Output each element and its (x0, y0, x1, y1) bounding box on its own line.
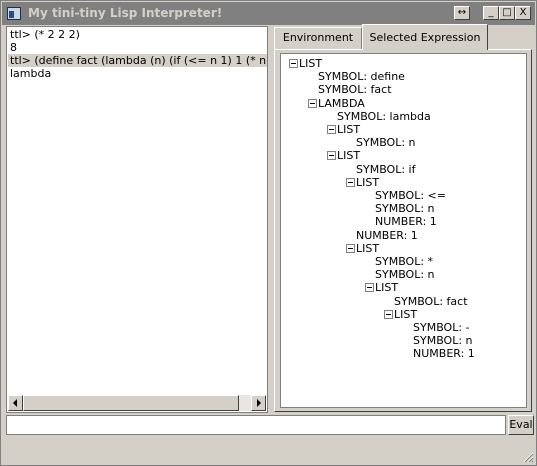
tree-node[interactable]: SYMBOL: fact (394, 295, 468, 308)
collapse-toggle-icon[interactable] (384, 309, 393, 319)
tab-panel: LIST SYMBOL: define SYMBOL: fact LAMBDA SYMB… (274, 49, 532, 412)
console-line: ttl> (* 2 2 2) (10, 28, 80, 41)
app-icon (7, 7, 21, 20)
expression-tree[interactable]: LIST SYMBOL: define SYMBOL: fact LAMBDA SYMB… (280, 53, 527, 408)
resize-grip-icon[interactable] (522, 451, 534, 463)
main-window: My tini-tiny Lisp Interpreter! ↔ _ □ X t… (0, 0, 537, 466)
window-title: My tini-tiny Lisp Interpreter! (28, 6, 223, 20)
tree-node[interactable]: SYMBOL: lambda (337, 110, 431, 123)
expression-input[interactable] (6, 415, 506, 435)
tree-node[interactable]: LIST (299, 57, 322, 70)
maximize-button[interactable]: □ (499, 6, 515, 20)
tree-node[interactable]: SYMBOL: fact (318, 83, 392, 96)
tree-node[interactable]: SYMBOL: n (356, 136, 416, 149)
collapse-toggle-icon[interactable] (346, 243, 355, 253)
tree-node[interactable]: NUMBER: 1 (356, 229, 418, 242)
tree-node[interactable]: LIST (356, 176, 379, 189)
collapse-toggle-icon[interactable] (308, 98, 317, 108)
tree-node[interactable]: SYMBOL: if (356, 163, 415, 176)
tree-node[interactable]: SYMBOL: n (375, 268, 435, 281)
console-line: 8 (10, 41, 17, 54)
close-button[interactable]: X (515, 6, 531, 20)
right-arrow-icon (257, 399, 261, 407)
title-bar[interactable]: My tini-tiny Lisp Interpreter! ↔ _ □ X (2, 2, 535, 25)
tab-environment[interactable]: Environment (274, 27, 362, 49)
console-line: lambda (10, 67, 52, 80)
console-line-selected[interactable]: ttl> (define fact (lambda (n) (if (<= n … (8, 54, 267, 67)
collapse-toggle-icon[interactable] (365, 283, 374, 293)
collapse-toggle-icon[interactable] (289, 59, 298, 68)
tree-node[interactable]: SYMBOL: n (413, 334, 473, 347)
scroll-thumb[interactable] (23, 395, 239, 411)
horizontal-scrollbar[interactable] (8, 395, 266, 411)
tree-node[interactable]: SYMBOL: - (413, 321, 470, 334)
tab-selected-expression[interactable]: Selected Expression (362, 24, 488, 50)
eval-button[interactable]: Eval (508, 415, 534, 435)
tree-node[interactable]: LIST (337, 123, 360, 136)
tree-node[interactable]: NUMBER: 1 (413, 347, 475, 360)
scroll-left-button[interactable] (8, 395, 23, 411)
resize-button[interactable]: ↔ (454, 6, 470, 20)
left-arrow-icon (13, 399, 17, 407)
tree-node[interactable]: SYMBOL: n (375, 202, 435, 215)
tree-node[interactable]: LAMBDA (318, 97, 365, 110)
tree-node[interactable]: LIST (337, 149, 360, 162)
console-output[interactable]: ttl> (* 2 2 2) 8 ttl> (define fact (lamb… (6, 26, 268, 413)
tree-node[interactable]: LIST (375, 281, 398, 294)
tree-node[interactable]: LIST (356, 242, 379, 255)
collapse-toggle-icon[interactable] (346, 177, 355, 187)
tree-node[interactable]: SYMBOL: define (318, 70, 405, 83)
tree-node[interactable]: SYMBOL: * (375, 255, 433, 268)
collapse-toggle-icon[interactable] (327, 151, 336, 161)
tree-node[interactable]: SYMBOL: <= (375, 189, 446, 202)
tree-node[interactable]: LIST (394, 308, 417, 321)
scroll-right-button[interactable] (251, 395, 266, 411)
tree-node[interactable]: NUMBER: 1 (375, 215, 437, 228)
minimize-button[interactable]: _ (483, 6, 499, 20)
collapse-toggle-icon[interactable] (327, 125, 336, 134)
